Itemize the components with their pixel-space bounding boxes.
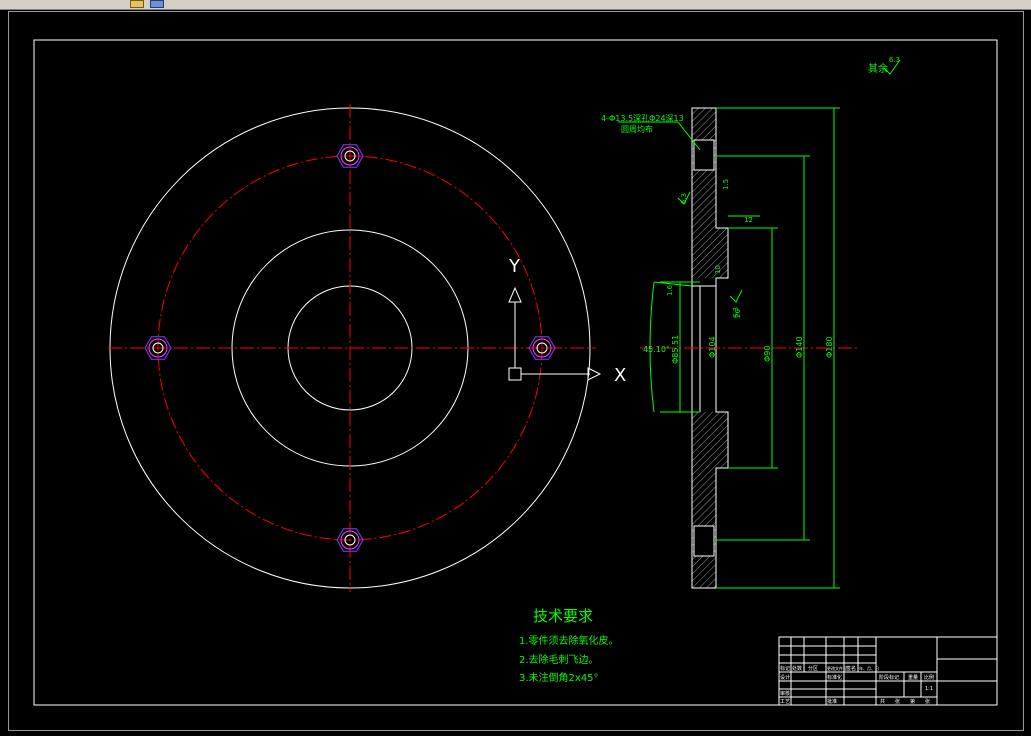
tech-title: 技术要求: [533, 607, 593, 625]
tech-item-2: 2.去除毛刺飞边。: [519, 653, 599, 666]
dim-d180: Φ180: [825, 336, 834, 358]
dim-r16: 1.6: [666, 284, 674, 296]
front-view: [108, 104, 596, 592]
tb-sheet-b: 张: [895, 698, 900, 705]
hole-callout-line2: 圆周均布: [621, 124, 653, 134]
dim-d140: Φ140: [795, 336, 804, 358]
axis-x-label: X: [614, 365, 626, 386]
roughness-value: 6.3: [889, 56, 900, 64]
tb-zone: 分区: [808, 665, 818, 672]
cad-drawing[interactable]: Y X 4-Φ13.5深孔Φ24深13 圆周均布 其余 6.3 Φ180 Φ14…: [0, 0, 1031, 736]
dim-angle: 45.10°: [643, 345, 670, 354]
tech-item-3: 3.未注倒角2x45°: [519, 671, 599, 684]
tb-sheet-d: 张: [925, 698, 930, 705]
dim-r12: 12: [744, 216, 753, 224]
title-block-text: 标记 处数 分区 更改文件号 签名 年、月、日 设计 标准化 审核 工艺 批准 …: [780, 665, 934, 705]
hole-callout-line1: 4-Φ13.5深孔Φ24深13: [601, 114, 684, 123]
tb-count: 处数: [792, 665, 802, 672]
sheet-border: [33, 39, 998, 706]
dim-d85: Φ85.51: [671, 335, 680, 364]
dim-v63b: 6.3: [732, 307, 740, 318]
dim-v63a: 6.3: [680, 193, 688, 204]
section-hatch-lower: [692, 412, 716, 588]
tb-designer: 设计: [780, 674, 790, 681]
tb-approve: 批准: [827, 698, 837, 705]
axis-y-label: Y: [508, 256, 521, 277]
ucs-icon: [508, 286, 602, 381]
tb-mark: 标记: [780, 665, 790, 672]
dim-r10: 10: [714, 265, 722, 274]
dim-r15: 1.5: [722, 179, 730, 190]
dimensions: [618, 59, 901, 589]
tb-process: 工艺: [780, 699, 790, 705]
tb-sign: 签名: [846, 665, 856, 672]
tb-date: 年、月、日: [859, 665, 879, 671]
tb-scale-val: 1:1: [925, 686, 933, 692]
dim-d-inner: Φ90: [763, 346, 772, 362]
tb-change: 更改文件号: [827, 665, 847, 671]
tb-weight: 重量: [908, 674, 918, 681]
tech-item-1: 1.零件须去除氧化皮。: [519, 634, 619, 647]
section-hatch-hub-lower: [716, 412, 728, 468]
roughness-note: 其余: [868, 62, 888, 75]
dim-d104: Φ104: [708, 336, 717, 358]
tb-stage: 阶段标记: [879, 674, 899, 681]
tb-scale: 比例: [924, 674, 934, 681]
tb-sheet-c: 第: [910, 698, 915, 705]
tb-sheet-a: 共: [880, 698, 885, 705]
tb-checker: 审核: [780, 690, 790, 697]
tb-standard: 标准化: [827, 674, 842, 681]
section-hatch-upper: [692, 108, 716, 278]
